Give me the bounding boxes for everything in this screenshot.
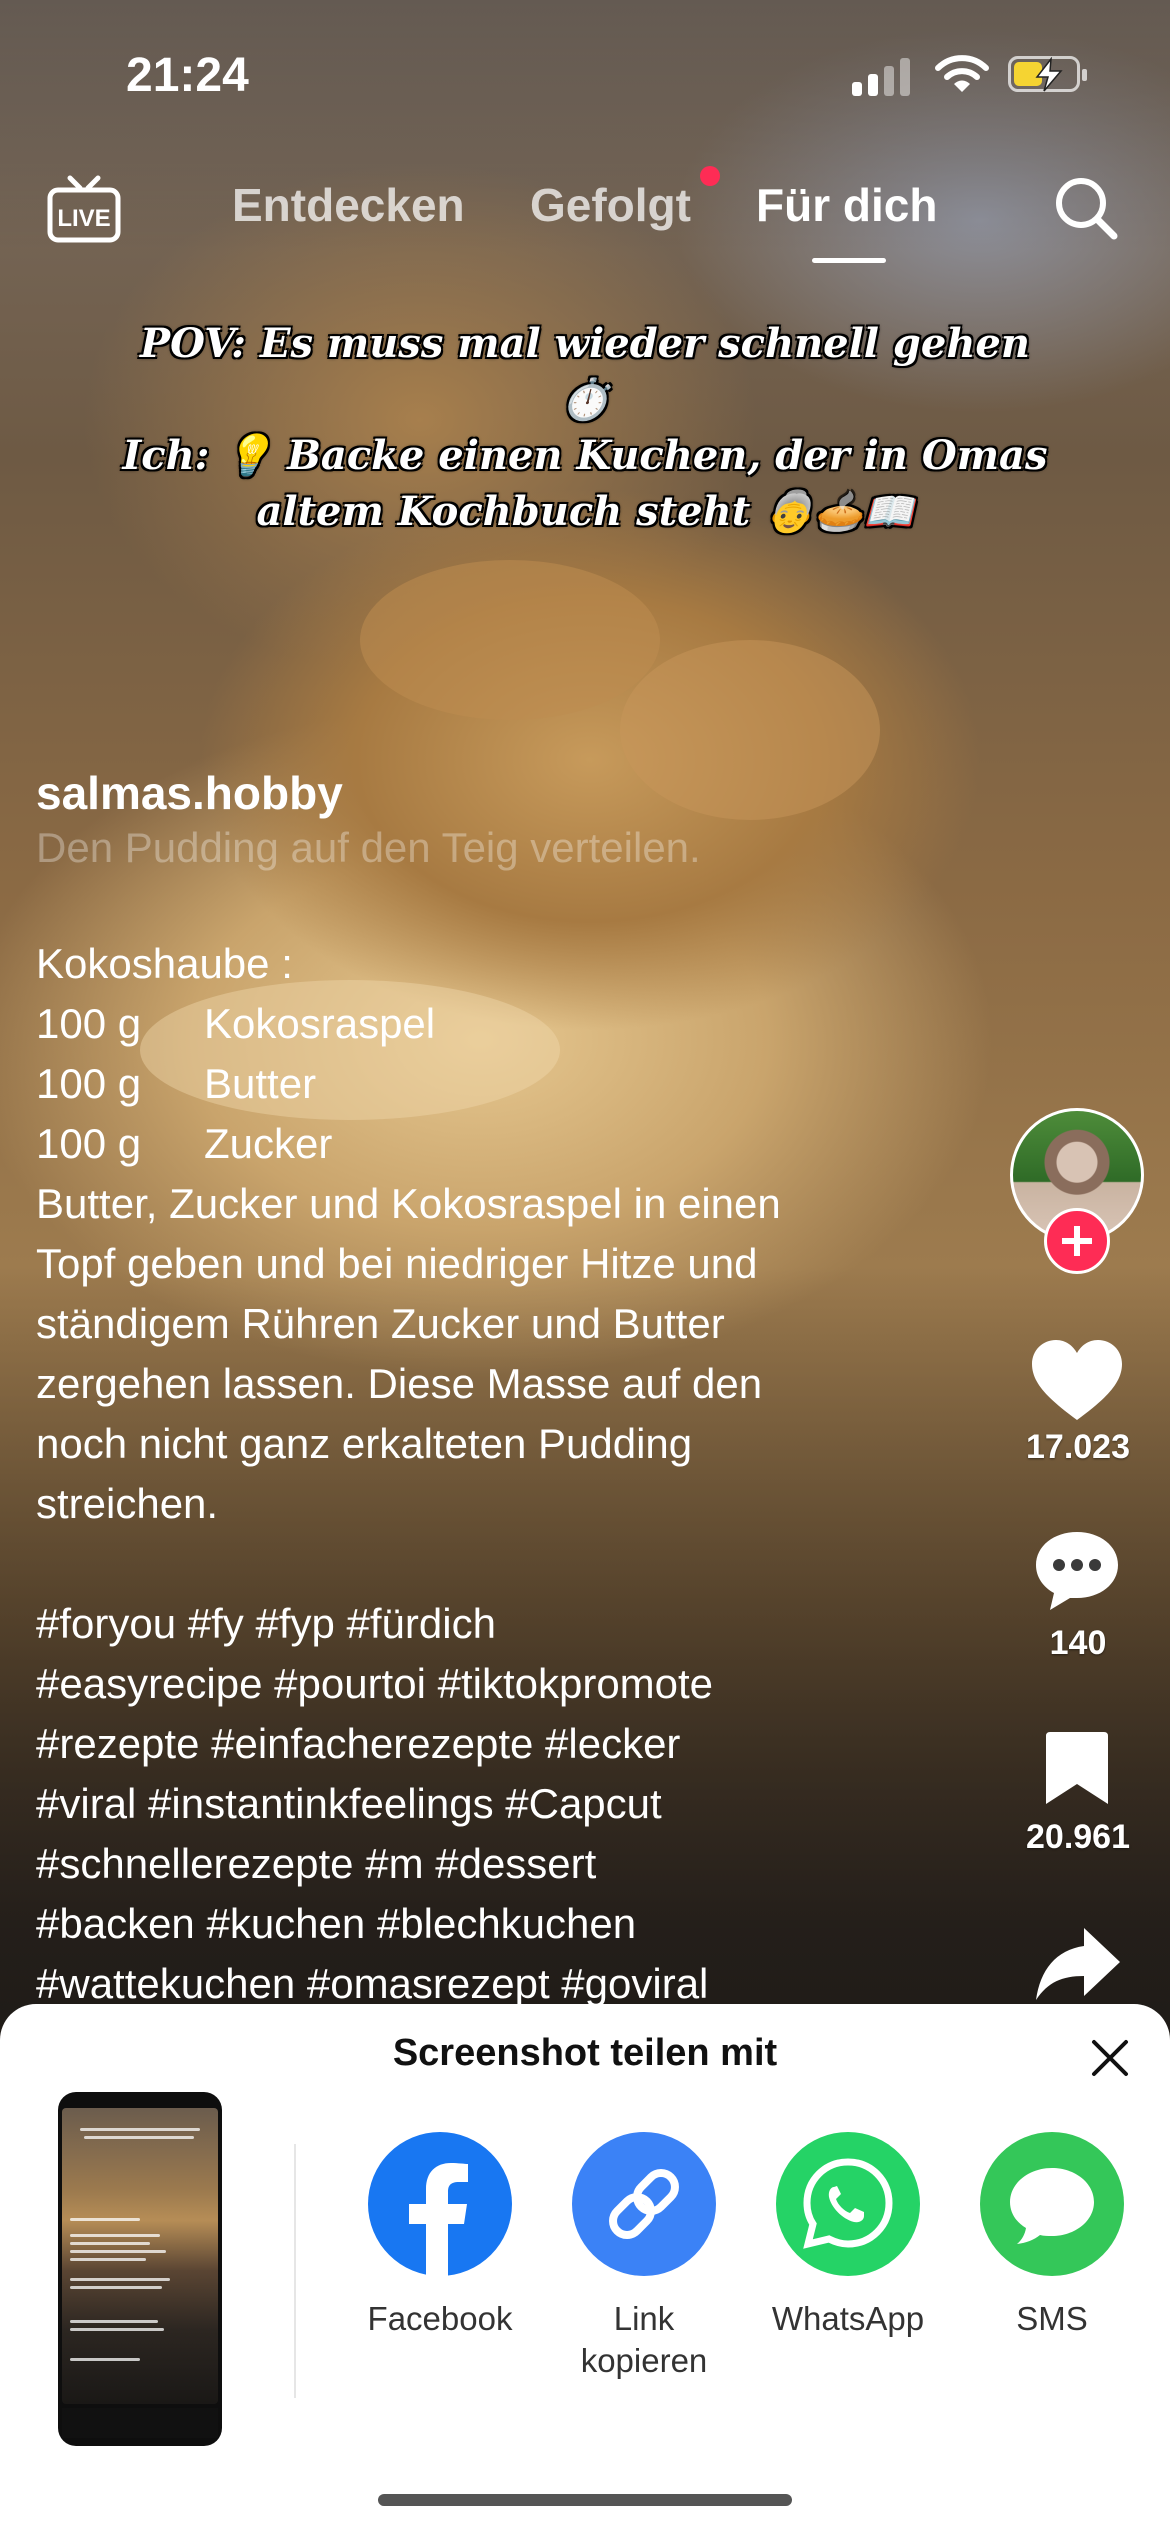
sheet-divider: [294, 2144, 296, 2398]
description-faded-line: Den Pudding auf den Teig verteilen.: [36, 824, 701, 871]
home-indicator[interactable]: [378, 2494, 792, 2506]
status-time: 21:24: [126, 49, 249, 102]
tab-entdecken[interactable]: Entdecken: [232, 178, 465, 232]
live-label: LIVE: [57, 205, 110, 232]
whatsapp-icon[interactable]: [776, 2132, 920, 2276]
hashtag-line[interactable]: #easyrecipe #pourtoi #tiktokpromote: [36, 1654, 916, 1714]
like-count: 17.023: [1026, 1428, 1130, 1466]
share-target-label: Facebook: [367, 2300, 513, 2337]
author-username[interactable]: salmas.hobby: [36, 766, 343, 820]
instruction-line: ständigem Rühren Zucker und Butter: [36, 1300, 725, 1347]
hashtag-line[interactable]: #foryou #fy #fyp #fürdich: [36, 1594, 916, 1654]
caption-line: POV: Es muss mal wieder schnell gehen ⏱️: [140, 320, 1030, 423]
bookmark-icon[interactable]: [1044, 1730, 1110, 1808]
comment-icon[interactable]: [1032, 1528, 1122, 1614]
follow-button[interactable]: [1044, 1208, 1110, 1274]
ingredient-name: Butter: [204, 1060, 317, 1107]
active-tab-indicator: [812, 258, 886, 263]
ingredient-quantity: 100 g: [36, 1000, 142, 1047]
ingredient-row: 100 g Butter: [36, 1054, 916, 1114]
cellular-signal-icon: [852, 56, 916, 96]
instruction-line: noch nicht ganz erkalteten Pudding: [36, 1420, 693, 1467]
wifi-icon: [935, 55, 989, 92]
instruction-line: streichen.: [36, 1480, 219, 1527]
instruction-line: zergehen lassen. Diese Masse auf den: [36, 1360, 763, 1407]
notification-dot: [700, 166, 720, 186]
share-target-label: SMS: [1016, 2300, 1088, 2337]
facebook-icon[interactable]: [368, 2132, 512, 2276]
live-tv-icon[interactable]: LIVE: [46, 172, 122, 244]
hashtag-line[interactable]: #backen #kuchen #blechkuchen: [36, 1894, 916, 1954]
battery-icon: [1008, 56, 1087, 92]
ingredient-quantity: 100 g: [36, 1060, 142, 1107]
post-description[interactable]: Kokoshaube : 100 g Kokosraspel 100 g Butte…: [36, 934, 916, 2014]
save-count: 20.961: [1026, 1818, 1130, 1856]
ingredient-name: Zucker: [204, 1120, 333, 1167]
screenshot-thumbnail[interactable]: [58, 2092, 222, 2446]
close-icon[interactable]: [1088, 2036, 1132, 2080]
share-sheet-title: Screenshot teilen mit: [392, 2032, 778, 2074]
hashtag-line[interactable]: #schnellerezepte #m #dessert: [36, 1834, 916, 1894]
link-icon[interactable]: [572, 2132, 716, 2276]
ingredient-row: 100 g Kokosraspel: [36, 994, 916, 1054]
ingredient-name: Kokosraspel: [204, 1000, 436, 1047]
recipe-section-title: Kokoshaube :: [36, 940, 293, 987]
instruction-line: Butter, Zucker und Kokosraspel in einen: [36, 1180, 781, 1227]
video-text-overlay: POV: Es muss mal wieder schnell gehen ⏱️…: [120, 316, 1050, 540]
heart-icon[interactable]: [1030, 1338, 1124, 1422]
share-target-label: WhatsApp: [771, 2300, 925, 2337]
ingredient-row: 100 g Zucker: [36, 1114, 916, 1174]
caption-line: Ich: 💡 Backe einen Kuchen, der in Omas: [122, 432, 1048, 479]
tab-gefolgt[interactable]: Gefolgt: [530, 178, 691, 232]
share-target-label: Link kopieren: [580, 2300, 708, 2379]
share-sheet: Screenshot teilen mit Facebook Link kopi…: [0, 2004, 1170, 2532]
hashtag-line[interactable]: #rezepte #einfacherezepte #lecker: [36, 1714, 916, 1774]
search-icon[interactable]: [1052, 174, 1120, 242]
share-arrow-icon[interactable]: [1034, 1924, 1122, 2004]
ingredient-quantity: 100 g: [36, 1120, 142, 1167]
caption-line: altem Kochbuch steht 👵🥧📖: [256, 488, 914, 535]
hashtag-line[interactable]: #viral #instantinkfeelings #Capcut: [36, 1774, 916, 1834]
instruction-line: Topf geben und bei niedriger Hitze und: [36, 1240, 758, 1287]
tab-fuer-dich[interactable]: Für dich: [756, 178, 937, 232]
comment-count: 140: [1049, 1624, 1107, 1662]
message-icon[interactable]: [980, 2132, 1124, 2276]
